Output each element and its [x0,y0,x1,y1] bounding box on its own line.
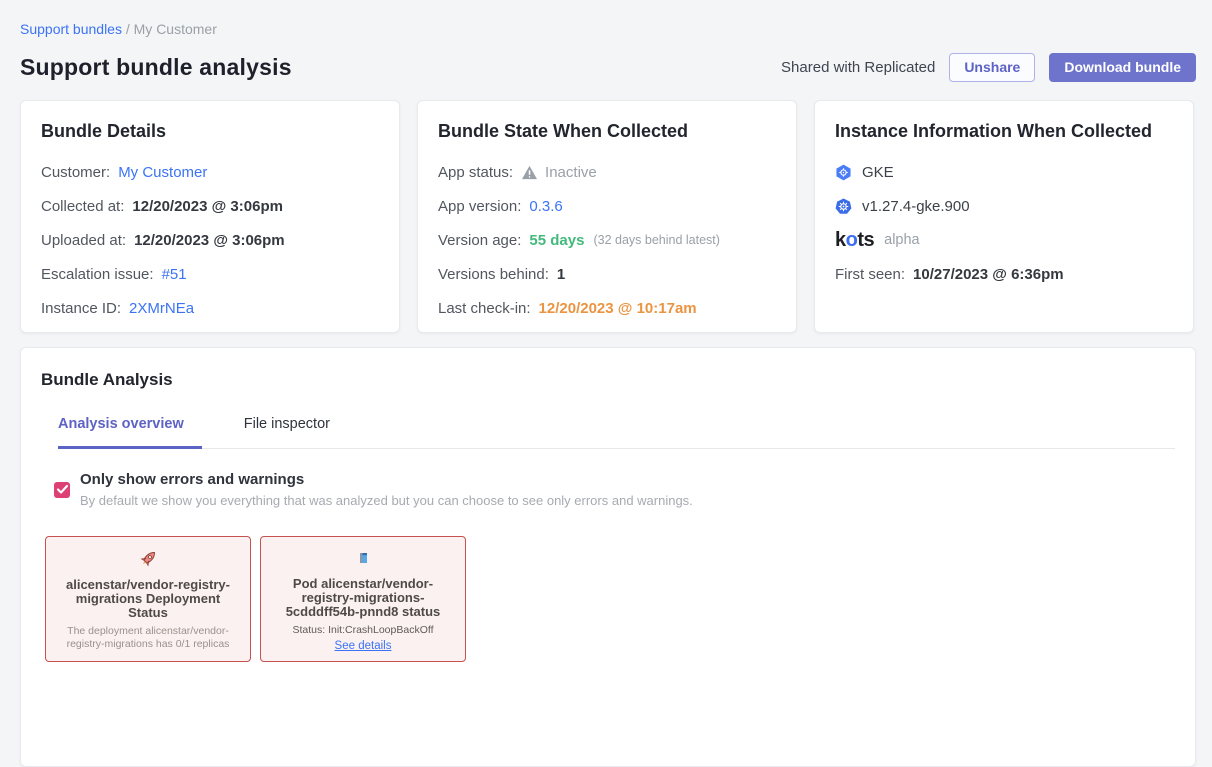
instance-info-card: Instance Information When Collected GKE v… [814,100,1194,333]
instance-item-kots-channel: kotsalpha [835,223,1173,257]
bundle-analysis-card: Bundle Analysis Analysis overview File in… [20,347,1196,767]
value-text: Inactive [545,164,597,181]
tab-file-inspector[interactable]: File inspector [244,416,334,449]
detail-row-instance-id: Instance ID: 2XMrNEa [41,291,379,325]
unshare-button[interactable]: Unshare [949,53,1035,82]
analysis-results-row: alicenstar/vendor-registry-migrations De… [45,536,1175,662]
field-label: App status: [438,164,513,181]
bundle-analysis-title: Bundle Analysis [41,370,1175,390]
instance-item-k8s-version: v1.27.4-gke.900 [835,189,1173,223]
breadcrumb-separator: / [126,21,130,37]
value-version-age: 55 days [529,232,584,249]
detail-row-versions-behind: Versions behind: 1 [438,257,776,291]
download-bundle-button[interactable]: Download bundle [1049,53,1196,82]
gke-icon [835,164,852,181]
bundle-details-card: Bundle Details Customer: My Customer Colle… [20,100,400,333]
value-versions-behind: 1 [557,266,565,283]
kots-logo-ts: ts [857,229,874,251]
kots-logo-o: o [846,229,858,251]
shared-status-text: Shared with Replicated [781,59,935,76]
analysis-tabs: Analysis overview File inspector [58,416,1175,449]
field-label: Version age: [438,232,521,249]
value-link-escalation-issue[interactable]: #51 [162,266,187,283]
summary-cards-row: Bundle Details Customer: My Customer Colle… [20,100,1196,333]
instance-item-label: v1.27.4-gke.900 [862,198,970,215]
field-label: Instance ID: [41,300,121,317]
breadcrumb-current: My Customer [134,21,217,37]
kots-logo-k: k [835,229,846,251]
field-label: Escalation issue: [41,266,154,283]
detail-row-last-check-in: Last check-in: 12/20/2023 @ 10:17am [438,291,776,325]
value-first-seen: 10/27/2023 @ 6:36pm [913,266,1064,283]
kots-logo-icon: kots [835,229,874,252]
bundle-state-title: Bundle State When Collected [438,121,776,142]
page-title: Support bundle analysis [20,54,292,81]
bundle-details-title: Bundle Details [41,121,379,142]
value-note: (32 days behind latest) [593,233,719,247]
bundle-details-rows: Customer: My Customer Collected at: 12/20/2… [41,155,379,325]
filter-description: By default we show you everything that w… [80,493,693,508]
result-description: The deployment alicenstar/vendor-registr… [58,625,238,650]
breadcrumb: Support bundles / My Customer [20,21,1196,37]
support-bundle-analysis-page: Support bundles / My Customer Support bu… [0,0,1212,767]
detail-row-app-version: App version: 0.3.6 [438,189,776,223]
detail-row-collected-at: Collected at: 12/20/2023 @ 3:06pm [41,189,379,223]
field-label: First seen: [835,266,905,283]
value-link-instance-id[interactable]: 2XMrNEa [129,300,194,317]
filter-row: Only show errors and warnings By default… [54,471,1175,508]
instance-item-label: alpha [884,232,919,248]
value-collected-at: 12/20/2023 @ 3:06pm [132,198,283,215]
pod-icon [360,546,367,570]
value-app-status: Inactive [521,164,597,181]
bundle-state-rows: App status: Inactive App version: 0.3.6 Vers… [438,155,776,325]
value-link-customer[interactable]: My Customer [118,164,207,181]
rocket-icon [137,547,159,571]
breadcrumb-support-bundles-link[interactable]: Support bundles [20,21,122,37]
field-label: Customer: [41,164,110,181]
detail-row-customer: Customer: My Customer [41,155,379,189]
value-last-check-in: 12/20/2023 @ 10:17am [539,300,697,317]
result-title: Pod alicenstar/vendor-registry-migration… [273,577,453,619]
see-details-link[interactable]: See details [335,640,392,652]
analysis-result-card[interactable]: alicenstar/vendor-registry-migrations De… [45,536,251,662]
result-title: alicenstar/vendor-registry-migrations De… [58,578,238,620]
detail-row-app-status: App status: Inactive [438,155,776,189]
filter-text-block: Only show errors and warnings By default… [80,471,693,508]
value-uploaded-at: 12/20/2023 @ 3:06pm [134,232,285,249]
field-label: Versions behind: [438,266,549,283]
field-label: App version: [438,198,521,215]
analysis-result-card[interactable]: Pod alicenstar/vendor-registry-migration… [260,536,466,662]
instance-item-label: GKE [862,164,894,181]
result-status: Status: Init:CrashLoopBackOff [292,624,433,638]
tab-analysis-overview[interactable]: Analysis overview [58,416,202,449]
header-actions: Shared with Replicated Unshare Download … [781,53,1196,82]
only-errors-checkbox[interactable] [54,482,70,498]
page-header: Support bundle analysis Shared with Repl… [20,53,1196,82]
detail-row-escalation-issue: Escalation issue: #51 [41,257,379,291]
detail-row-version-age: Version age: 55 days (32 days behind lates… [438,223,776,257]
detail-row-uploaded-at: Uploaded at: 12/20/2023 @ 3:06pm [41,223,379,257]
value-link-app-version[interactable]: 0.3.6 [529,198,562,215]
detail-row-first-seen: First seen: 10/27/2023 @ 6:36pm [835,257,1173,291]
bundle-state-card: Bundle State When Collected App status: I… [417,100,797,333]
instance-info-title: Instance Information When Collected [835,121,1173,142]
instance-item-distribution: GKE [835,155,1173,189]
instance-info-rows: GKEv1.27.4-gke.900kotsalphaFirst seen:10… [835,155,1173,291]
filter-label: Only show errors and warnings [80,471,693,488]
field-label: Uploaded at: [41,232,126,249]
field-label: Collected at: [41,198,124,215]
warning-icon [521,165,538,180]
field-label: Last check-in: [438,300,531,317]
kubernetes-icon [835,198,852,215]
